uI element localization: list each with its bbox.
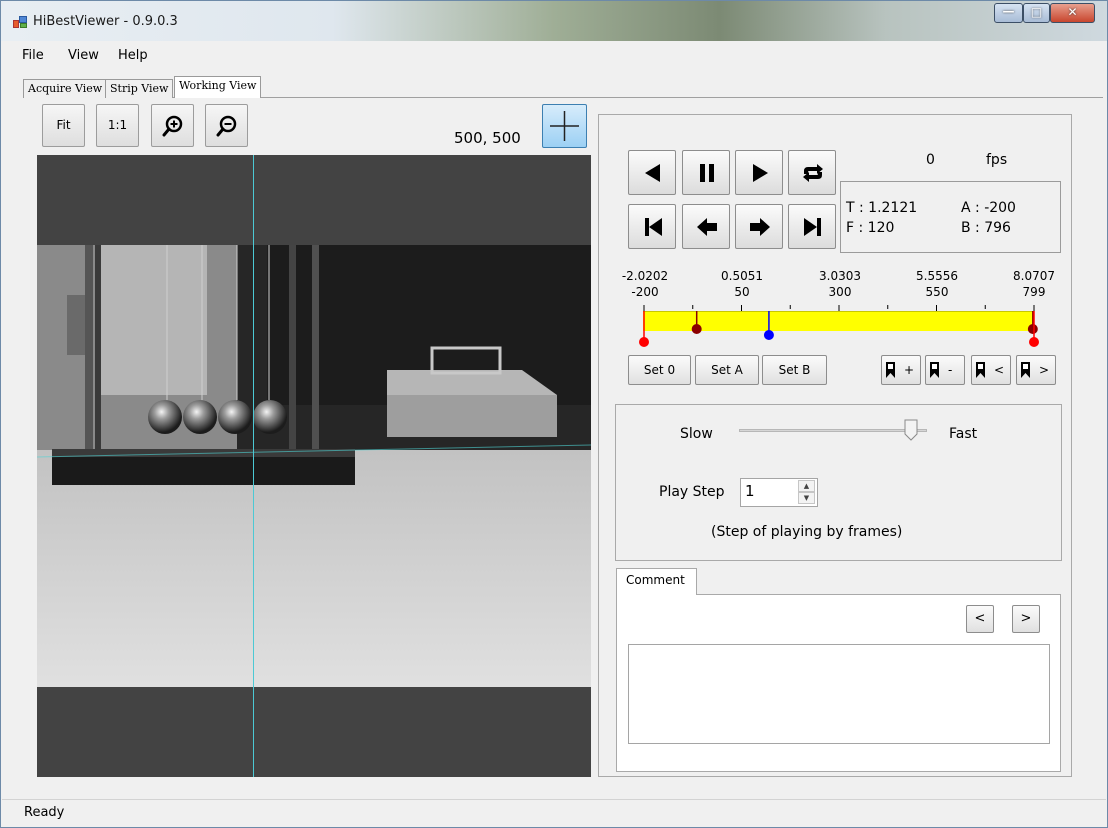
window-title: HiBestViewer - 0.9.0.3 [33,14,178,29]
play-reverse-button[interactable] [628,150,676,195]
speed-slider-thumb[interactable] [904,419,918,441]
image-viewer[interactable] [37,155,591,777]
play-icon [753,164,768,182]
set-zero-button[interactable]: Set 0 [628,355,691,385]
tab-acquire-view[interactable]: Acquire View [23,79,108,98]
bookmark-add-label: + [904,363,915,377]
zoom-in-icon [162,115,183,137]
marker-b-readout: B : 796 [961,220,1011,236]
maximize-button[interactable]: □ [1023,3,1050,23]
play-step-spinner[interactable]: ▲ ▼ [798,480,815,505]
step-forward-button[interactable] [735,204,783,249]
bookmark-remove-label: - [948,363,953,377]
bookmark-prev-label: < [994,363,1005,377]
menu-help[interactable]: Help [118,48,148,63]
spin-up-icon[interactable]: ▲ [798,480,815,492]
close-icon: ✕ [1067,5,1078,19]
loop-button[interactable] [788,150,836,195]
timeline-time-label: 0.5051 [721,269,763,283]
bookmark-remove-button[interactable]: - [925,355,965,385]
pause-icon [700,164,714,182]
fast-label: Fast [949,426,978,442]
bookmark-icon [886,362,895,378]
frame-readout: F : 120 [846,220,895,236]
marker-b[interactable] [1027,324,1038,334]
comment-textarea[interactable] [628,644,1050,744]
set-b-button[interactable]: Set B [762,355,827,385]
frame-info-box [840,181,1061,253]
fps-unit-label: fps [986,152,1008,168]
bookmark-add-button[interactable]: + [881,355,921,385]
set-a-button[interactable]: Set A [695,355,759,385]
bookmark-prev-button[interactable]: < [971,355,1011,385]
bookmark-icon [930,362,939,378]
status-text: Ready [24,805,65,820]
tab-strip-view[interactable]: Strip View [105,79,174,98]
pause-button[interactable] [682,150,730,195]
bookmark-icon [1021,362,1030,378]
slow-label: Slow [680,426,713,442]
step-back-button[interactable] [682,204,730,249]
crosshair-icon [550,111,579,141]
go-to-end-button[interactable] [788,204,836,249]
spin-down-icon[interactable]: ▼ [798,492,815,504]
menu-file[interactable]: File [22,48,44,63]
timeline-time-label: 3.0303 [819,269,861,283]
start-marker[interactable] [639,337,649,347]
play-button[interactable] [735,150,783,195]
menu-view[interactable]: View [68,48,99,63]
timeline-markers[interactable] [631,297,1046,347]
play-reverse-icon [645,164,660,182]
go-to-start-button[interactable] [628,204,676,249]
minimize-icon: — [1002,4,1015,18]
tab-working-view[interactable]: Working View [174,76,262,98]
newtons-cradle-photo [37,245,591,687]
bookmark-icon [976,362,985,378]
loop-icon [803,164,823,182]
cursor-coordinates: 500, 500 [454,129,521,147]
play-step-hint: (Step of playing by frames) [711,524,903,540]
speed-slider-track[interactable] [739,429,927,432]
play-step-label: Play Step [659,484,725,500]
bookmark-next-button[interactable]: > [1016,355,1056,385]
arrow-right-icon [750,218,770,236]
app-icon [13,16,27,28]
zoom-in-button[interactable] [151,104,194,147]
skip-to-end-icon [804,218,821,236]
close-button[interactable]: ✕ [1050,3,1095,23]
timeline-time-label: -2.0202 [621,269,669,283]
end-marker[interactable] [1029,337,1039,347]
arrow-left-icon [697,218,717,236]
main-window: HiBestViewer - 0.9.0.3 — □ ✕ File View H… [0,0,1108,828]
marker-a-readout: A : -200 [961,200,1016,216]
tab-comment[interactable]: Comment [616,568,697,595]
fit-button[interactable]: Fit [42,104,85,147]
crosshair-vertical-line [253,155,254,777]
marker-a[interactable] [691,324,702,334]
timeline-time-label: 8.0707 [1013,269,1055,283]
zoom-out-icon [216,115,237,137]
one-to-one-button[interactable]: 1:1 [96,104,139,147]
fps-value: 0 [926,152,935,168]
timeline-time-label: 5.5556 [916,269,958,283]
maximize-icon: □ [1030,5,1043,19]
zoom-out-button[interactable] [205,104,248,147]
comment-next-button[interactable]: > [1012,605,1040,633]
menu-bar: File View Help [2,41,1106,71]
frame-image [37,245,591,687]
status-bar: Ready [2,799,1106,827]
comment-prev-button[interactable]: < [966,605,994,633]
bookmark-next-label: > [1039,363,1050,377]
time-readout: T : 1.2121 [846,200,918,216]
current-marker[interactable] [763,330,774,340]
minimize-button[interactable]: — [994,3,1023,23]
title-bar[interactable]: HiBestViewer - 0.9.0.3 — □ ✕ [1,1,1107,41]
skip-to-start-icon [645,218,662,236]
crosshair-toggle-button[interactable] [542,104,587,148]
